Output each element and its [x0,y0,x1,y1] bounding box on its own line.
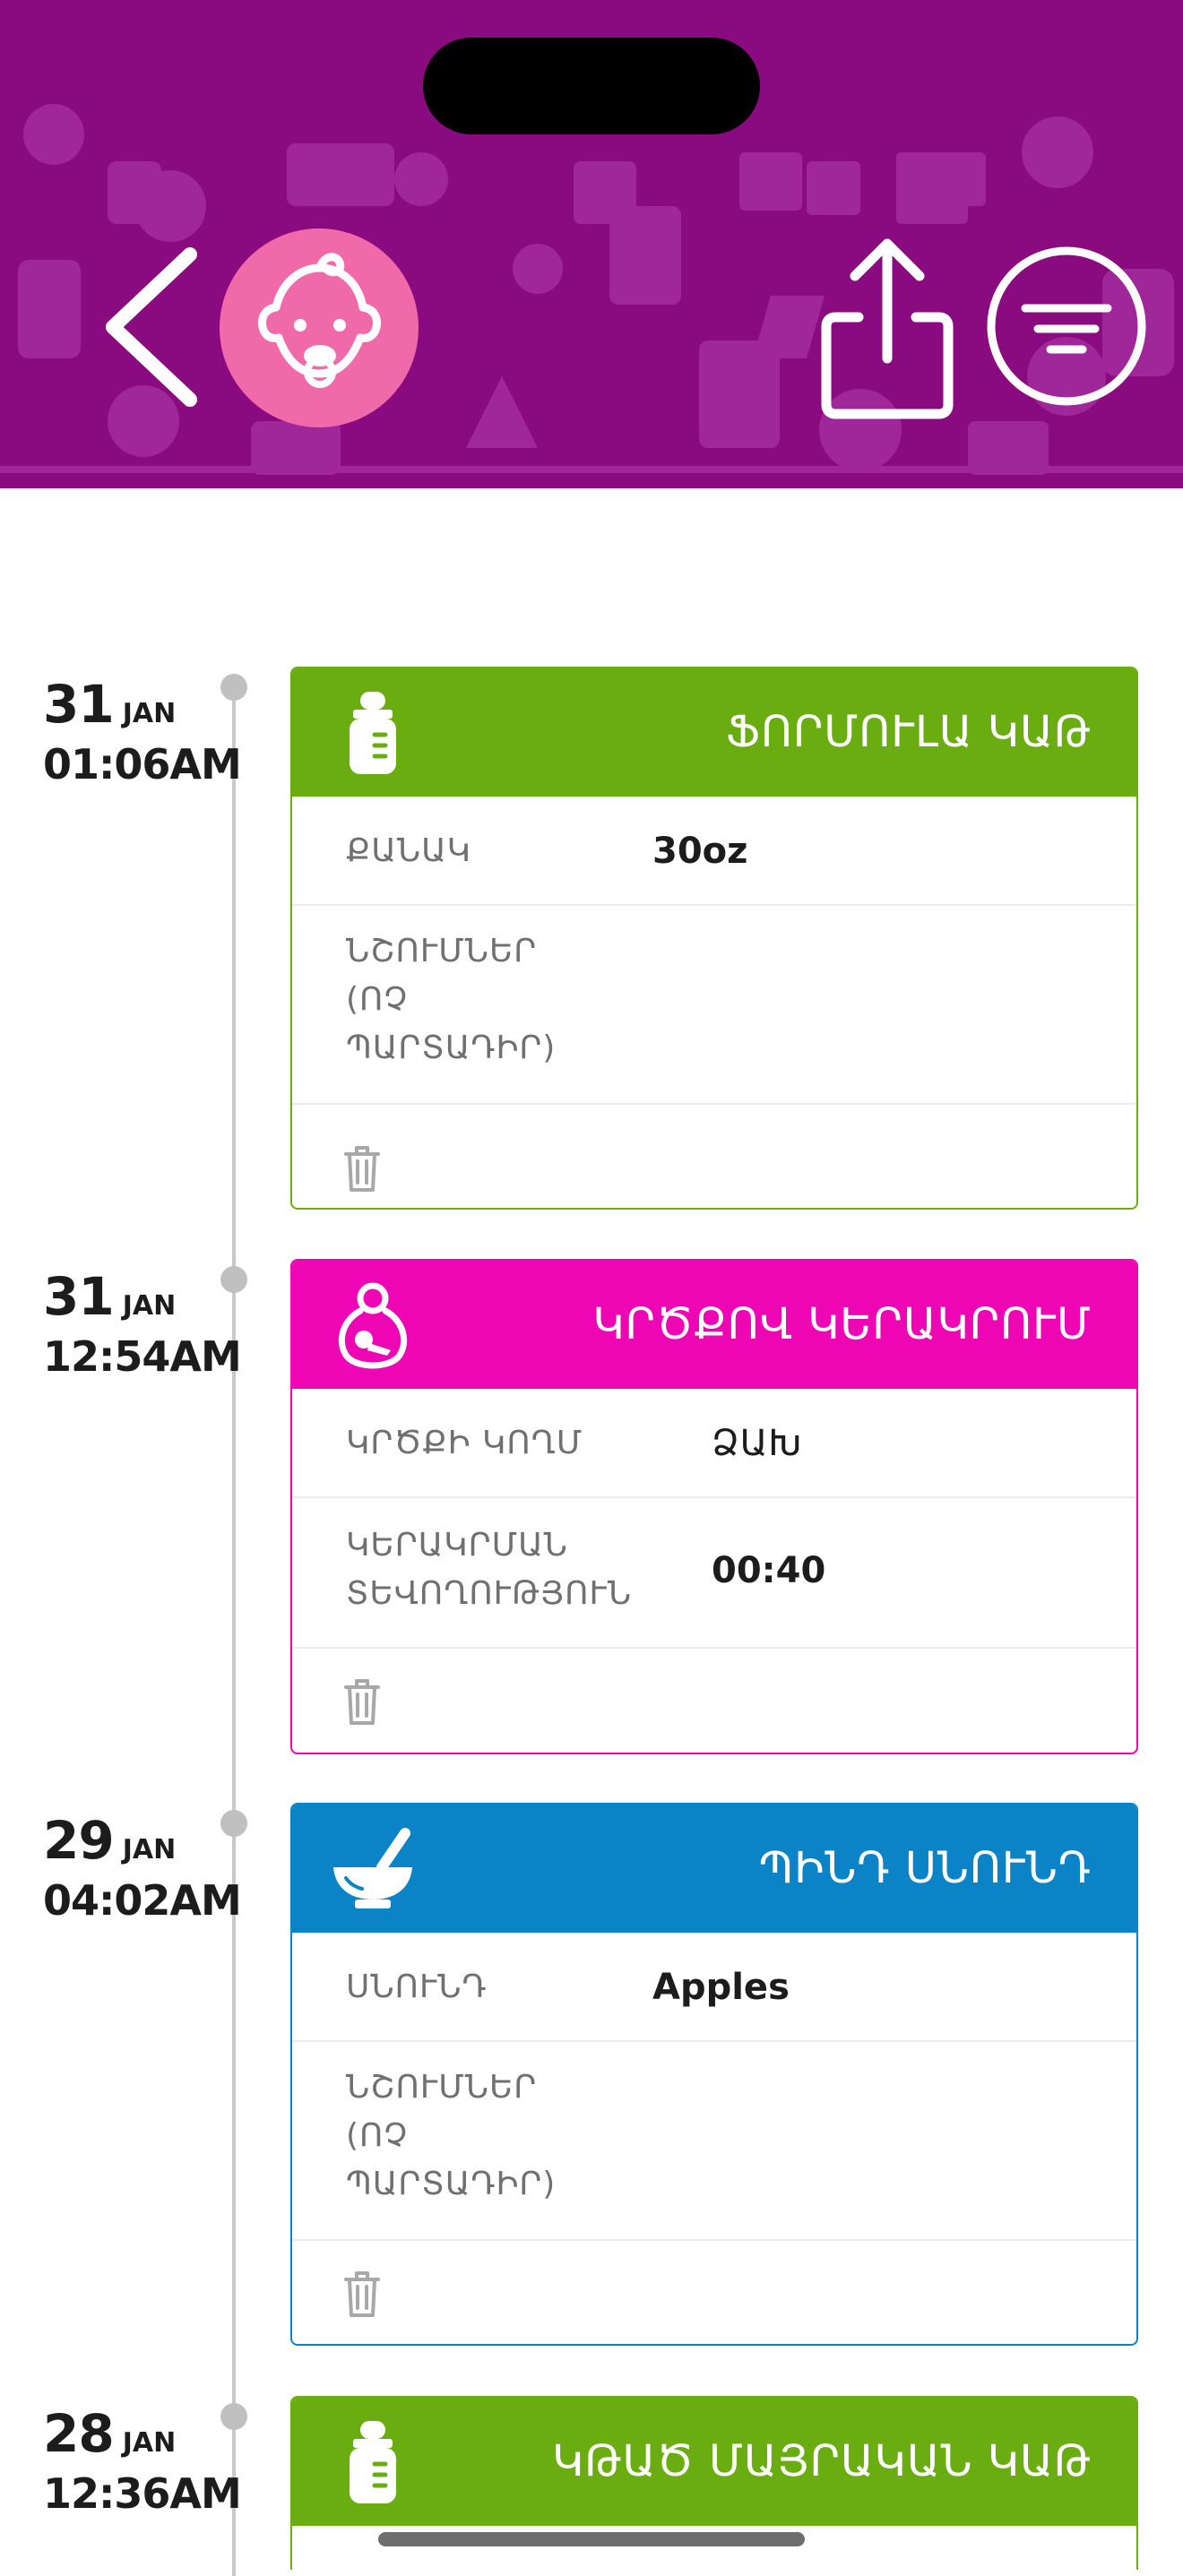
entry-time: 04:02AM [43,1876,242,1925]
detail-row: ԿՐԾՔԻ ԿՈՂՄ ՁԱԽ [292,1389,1136,1498]
entry-date: 31 JAN 01:06AM [43,674,242,788]
detail-row: ՆՇՈՒՄՆԵՐ (ՈՉ ՊԱՐՏԱԴԻՐ) [292,2042,1136,2241]
chevron-left-icon [106,247,197,407]
header [0,0,1183,488]
filter-button[interactable] [984,244,1149,409]
row-label: ՍՆՈՒՆԴ [346,1969,488,2005]
trash-icon[interactable] [342,2269,382,2319]
row-label: ՆՇՈՒՄՆԵՐ (ՈՉ ՊԱՐՏԱԴԻՐ) [346,933,557,1066]
card-title: ԿԹԱԾ ՄԱՅՐԱԿԱՆ ԿԱԹ [552,2436,1092,2486]
baby-avatar[interactable] [220,228,419,427]
feeding-card-breastfeeding[interactable]: ԿՐԾՔՈՎ ԿԵՐԱԿՐՈՒՄ ԿՐԾՔԻ ԿՈՂՄ ՁԱԽ ԿԵՐԱԿՐՄԱ… [290,1259,1138,1754]
trash-icon[interactable] [342,1676,382,1727]
date-month: JAN [122,2427,177,2459]
baby-bottle-icon [350,2421,396,2503]
date-day: 28 [43,2403,115,2464]
share-button[interactable] [816,235,959,423]
feeding-card-solid-food[interactable]: ՊԻՆԴ ՍՆՈՒՆԴ ՍՆՈՒՆԴ Apples ՆՇՈՒՄՆԵՐ (ՈՉ Պ… [290,1803,1138,2346]
row-value: 00:40 [712,1550,826,1591]
entry-time: 01:06AM [43,740,242,788]
feeding-card-formula[interactable]: ՖՈՐՄՈՒԼԱ ԿԱԹ ՔԱՆԱԿ 30oz ՆՇՈՒՄՆԵՐ (ՈՉ ՊԱՐ… [290,667,1138,1210]
detail-row: ՔԱՆԱԿ 30oz [292,797,1136,906]
breastfeeding-icon [338,1282,408,1369]
date-day: 31 [43,1266,115,1327]
camera-notch [423,38,760,134]
share-icon [821,238,954,419]
card-header: ՊԻՆԴ ՍՆՈՒՆԴ [292,1805,1136,1933]
baby-face-icon [258,253,381,388]
entry-date: 28 JAN 12:36AM [43,2403,242,2518]
date-month: JAN [122,698,177,729]
card-header: ԿՐԾՔՈՎ ԿԵՐԱԿՐՈՒՄ [292,1261,1136,1389]
card-title: ԿՐԾՔՈՎ ԿԵՐԱԿՐՈՒՄ [592,1299,1092,1349]
row-label: ԿԵՐԱԿՐՄԱՆ ՏԵՎՈՂՈՒԹՅՈՒՆ [346,1527,633,1612]
date-day: 29 [43,1810,115,1871]
entry-time: 12:36AM [43,2469,242,2518]
date-month: JAN [122,1290,177,1322]
row-value: Apples [652,1967,790,2008]
detail-row: ՆՇՈՒՄՆԵՐ (ՈՉ ՊԱՐՏԱԴԻՐ) [292,906,1136,1105]
entry-date: 31 JAN 12:54AM [43,1266,242,1381]
filter-icon [987,246,1146,406]
home-indicator [378,2532,805,2546]
trash-icon[interactable] [342,1143,382,1193]
mortar-pestle-icon [333,1828,412,1908]
card-title: ՖՈՐՄՈՒԼԱ ԿԱԹ [725,707,1092,757]
row-label: ՔԱՆԱԿ [346,832,471,869]
row-label: ԿՐԾՔԻ ԿՈՂՄ [346,1425,583,1461]
row-value: ՁԱԽ [712,1423,803,1464]
card-header: ՖՈՐՄՈՒԼԱ ԿԱԹ [292,668,1136,797]
entry-time: 12:54AM [43,1332,242,1381]
date-day: 31 [43,674,115,735]
baby-bottle-icon [350,692,396,774]
card-header: ԿԹԱԾ ՄԱՅՐԱԿԱՆ ԿԱԹ [292,2398,1136,2526]
back-button[interactable] [97,242,204,412]
entry-date: 29 JAN 04:02AM [43,1810,242,1925]
detail-row: ՍՆՈՒՆԴ Apples [292,1933,1136,2042]
row-label: ՆՇՈՒՄՆԵՐ (ՈՉ ՊԱՐՏԱԴԻՐ) [346,2069,557,2202]
row-value: 30oz [652,831,748,872]
date-month: JAN [122,1834,177,1865]
detail-row: ԿԵՐԱԿՐՄԱՆ ՏԵՎՈՂՈՒԹՅՈՒՆ 00:40 [292,1498,1136,1649]
timeline-line [232,685,236,2576]
card-title: ՊԻՆԴ ՍՆՈՒՆԴ [758,1843,1092,1893]
